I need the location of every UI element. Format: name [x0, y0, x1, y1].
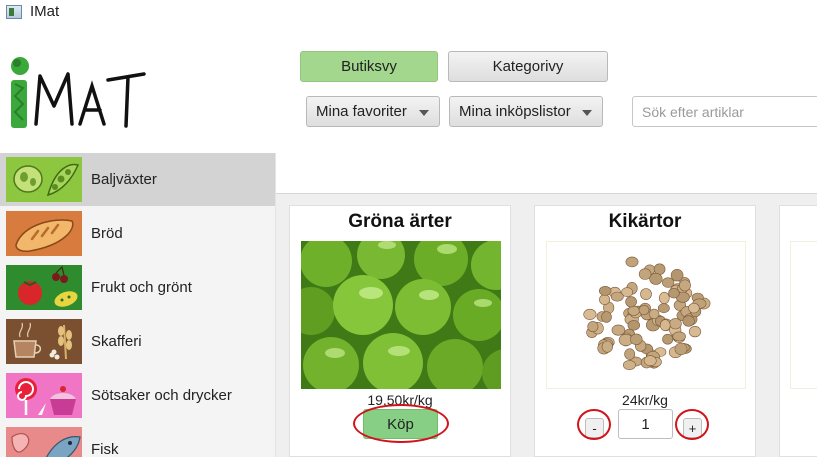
product-card [779, 205, 817, 457]
highlight-ring [577, 409, 611, 440]
chickpeas-image [546, 241, 746, 389]
category-view-button[interactable]: Kategorivy [448, 51, 608, 82]
shopping-lists-dropdown-label: Mina inköpslistor [459, 103, 571, 120]
sidebar-item-label: Baljväxter [91, 171, 157, 188]
store-view-button[interactable]: Butiksvy [300, 51, 438, 82]
product-name: Gröna ärter [348, 211, 452, 232]
green-peas-image [301, 241, 501, 389]
fruit-vegetables-icon [6, 265, 82, 310]
sidebar-item-baljvaxter[interactable]: Baljväxter [0, 153, 275, 206]
product-card: Kikärtor 24kr/kg - + [534, 205, 756, 457]
highlight-ring [675, 409, 709, 440]
sidebar-item-label: Frukt och grönt [91, 279, 192, 296]
bread-icon [6, 211, 82, 256]
highlight-ring [353, 404, 449, 443]
imat-logo [6, 52, 146, 134]
quantity-field[interactable] [618, 409, 673, 439]
app-icon [6, 5, 22, 19]
favorites-dropdown[interactable]: Mina favoriter [306, 96, 440, 127]
product-image [790, 241, 817, 389]
chevron-down-icon [582, 110, 592, 116]
sweets-drinks-icon [6, 373, 82, 418]
window-title: IMat [30, 3, 60, 20]
sidebar-item-brod[interactable]: Bröd [0, 207, 275, 260]
sidebar-item-label: Bröd [91, 225, 123, 242]
category-sidebar: Baljväxter Bröd Frukt och grönt Skafferi… [0, 153, 276, 457]
product-name: Kikärtor [608, 211, 682, 232]
product-price: 24kr/kg [622, 392, 668, 408]
sidebar-item-label: Fisk [91, 441, 119, 457]
imat-window: IMat Butiksvy Kategorivy Mina favoriter … [0, 0, 817, 457]
sidebar-item-label: Skafferi [91, 333, 142, 350]
sidebar-item-frukt-och-gront[interactable]: Frukt och grönt [0, 261, 275, 314]
pantry-icon [6, 319, 82, 364]
legumes-icon [6, 157, 82, 202]
product-card: Gröna ärter 19,50kr/kg Köp [289, 205, 511, 457]
sidebar-item-fisk[interactable]: Fisk [0, 423, 275, 457]
title-bar: IMat [0, 0, 817, 24]
sidebar-item-skafferi[interactable]: Skafferi [0, 315, 275, 368]
favorites-dropdown-label: Mina favoriter [316, 103, 407, 120]
sidebar-item-sotsaker-och-drycker[interactable]: Sötsaker och drycker [0, 369, 275, 422]
shopping-lists-dropdown[interactable]: Mina inköpslistor [449, 96, 603, 127]
fish-icon [6, 427, 82, 457]
chevron-down-icon [419, 110, 429, 116]
search-input[interactable] [632, 96, 817, 127]
sidebar-item-label: Sötsaker och drycker [91, 387, 232, 404]
